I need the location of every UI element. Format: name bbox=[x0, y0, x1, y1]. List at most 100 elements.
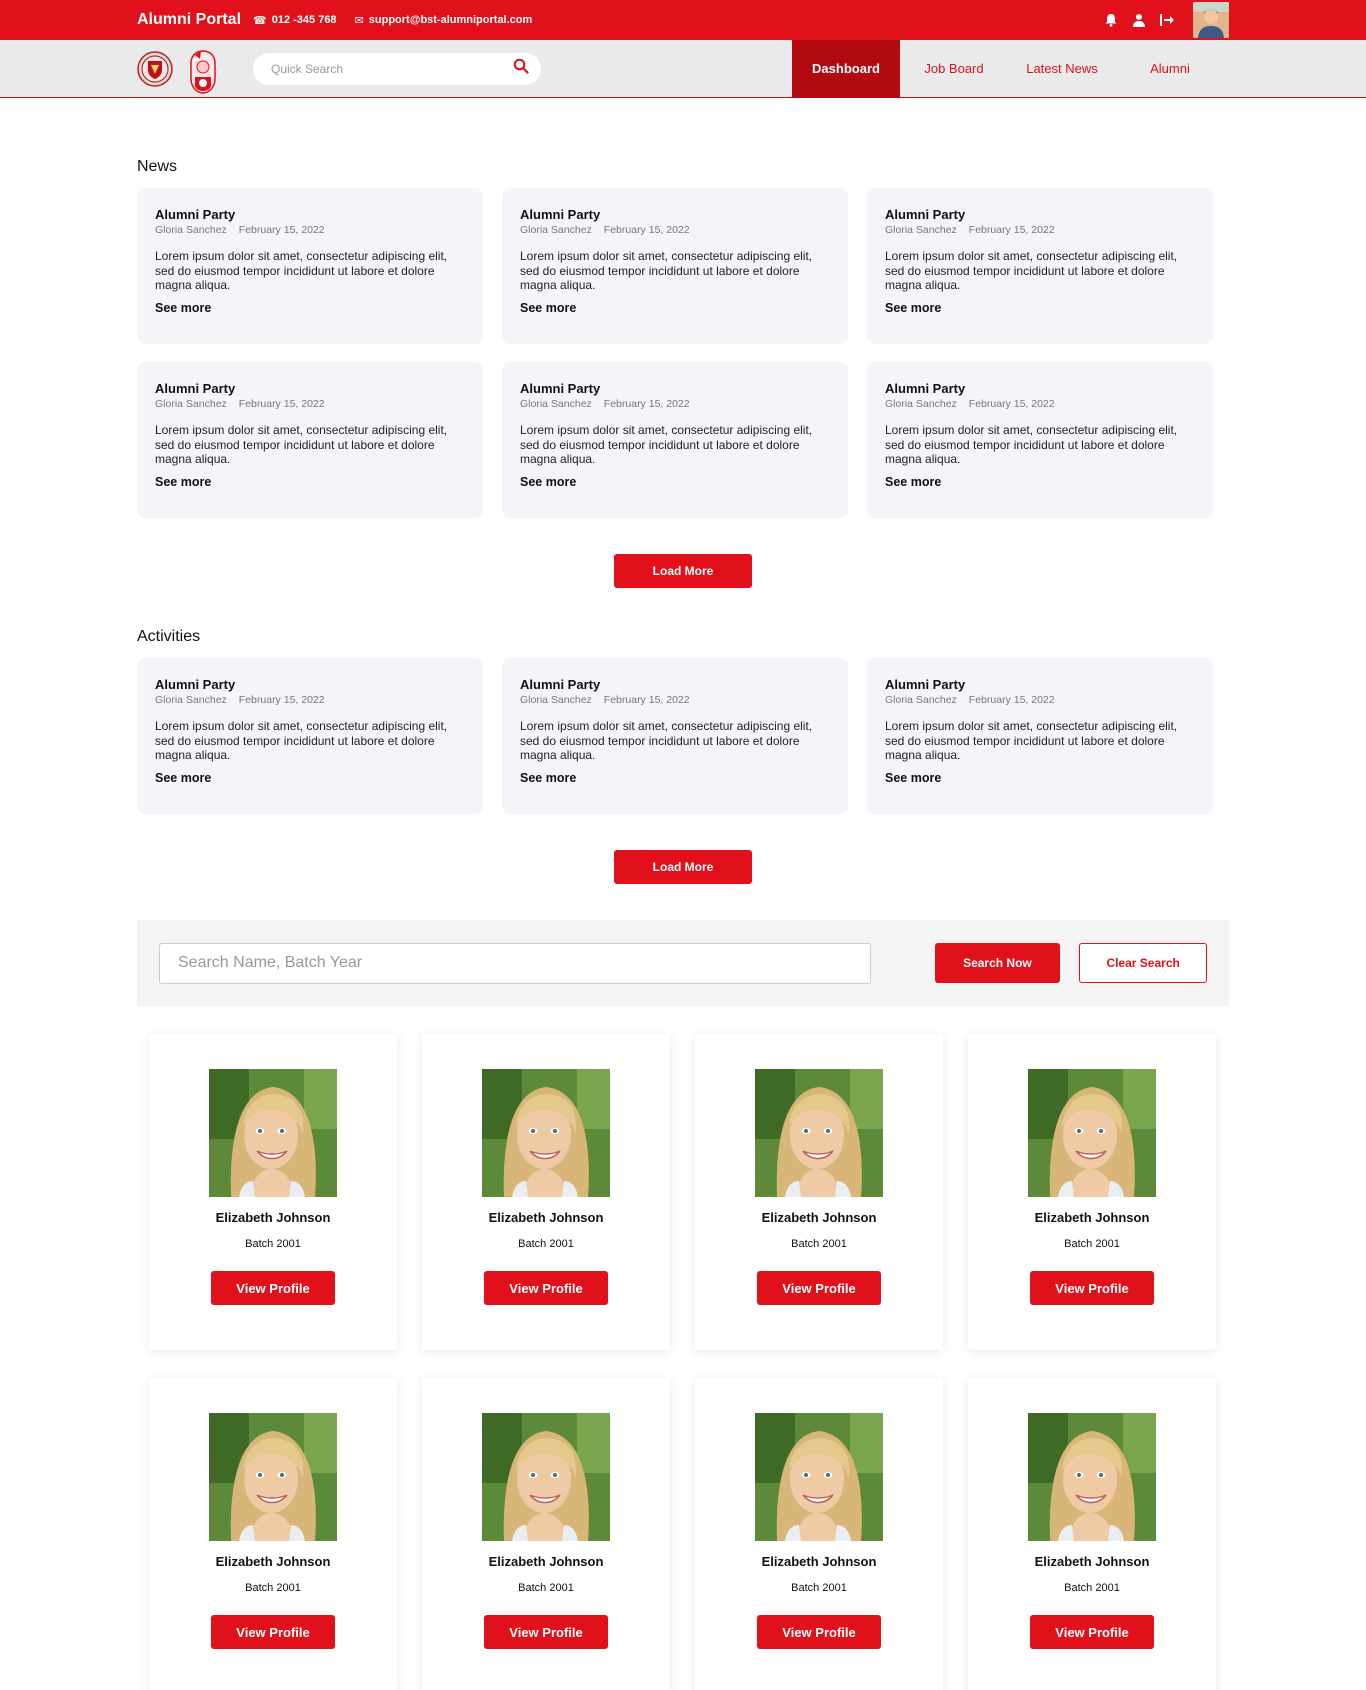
card-title: Alumni Party bbox=[155, 381, 236, 396]
card-author: Gloria Sanchez bbox=[520, 694, 592, 706]
card-meta: Gloria Sanchez February 15, 2022 bbox=[155, 224, 465, 236]
tab-alumni[interactable]: Alumni bbox=[1116, 40, 1224, 98]
alumni-photo bbox=[482, 1069, 610, 1197]
email-address[interactable]: support@bst-alumniportal.com bbox=[369, 14, 533, 26]
card-date: February 15, 2022 bbox=[238, 224, 325, 236]
card-author: Gloria Sanchez bbox=[155, 398, 227, 410]
alumni-batch: Batch 2001 bbox=[791, 1582, 847, 1594]
alumni-photo bbox=[755, 1413, 883, 1541]
card-meta: Gloria Sanchez February 15, 2022 bbox=[885, 224, 1195, 236]
bell-icon[interactable] bbox=[1103, 12, 1119, 28]
alumni-batch: Batch 2001 bbox=[791, 1238, 847, 1250]
see-more-link[interactable]: See more bbox=[885, 475, 941, 489]
card-body: Lorem ipsum dolor sit amet, consectetur … bbox=[520, 719, 813, 762]
view-profile-button[interactable]: View Profile bbox=[1030, 1615, 1154, 1649]
card-title: Alumni Party bbox=[520, 207, 601, 222]
card-date: February 15, 2022 bbox=[238, 398, 325, 410]
alumni-search-panel: Search Now Clear Search bbox=[137, 920, 1229, 1006]
logout-icon[interactable] bbox=[1159, 12, 1175, 28]
tab-job-board[interactable]: Job Board bbox=[900, 40, 1008, 98]
see-more-link[interactable]: See more bbox=[885, 301, 941, 315]
alumni-photo bbox=[1028, 1069, 1156, 1197]
view-profile-button[interactable]: View Profile bbox=[484, 1271, 608, 1305]
news-grid: Alumni Party Gloria Sanchez February 15, … bbox=[137, 188, 1229, 518]
alumni-card: Elizabeth Johnson Batch 2001 View Profil… bbox=[695, 1378, 943, 1690]
card-meta: Gloria Sanchez February 15, 2022 bbox=[520, 224, 830, 236]
card-title: Alumni Party bbox=[885, 207, 966, 222]
activity-card: Alumni Party Gloria Sanchez February 15, … bbox=[502, 658, 848, 814]
view-profile-button[interactable]: View Profile bbox=[484, 1615, 608, 1649]
see-more-link[interactable]: See more bbox=[520, 771, 576, 785]
quick-search-box[interactable] bbox=[253, 52, 541, 85]
clear-search-button[interactable]: Clear Search bbox=[1079, 943, 1208, 983]
activities-load-more-button[interactable]: Load More bbox=[614, 850, 752, 884]
card-meta: Gloria Sanchez February 15, 2022 bbox=[155, 398, 465, 410]
alumni-name: Elizabeth Johnson bbox=[488, 1210, 604, 1225]
alumni-card: Elizabeth Johnson Batch 2001 View Profil… bbox=[422, 1034, 670, 1350]
news-card: Alumni Party Gloria Sanchez February 15, … bbox=[502, 362, 848, 518]
mascot-logo[interactable] bbox=[185, 49, 221, 94]
card-title: Alumni Party bbox=[885, 381, 966, 396]
card-body: Lorem ipsum dolor sit amet, consectetur … bbox=[520, 249, 813, 292]
search-now-button[interactable]: Search Now bbox=[934, 943, 1061, 983]
search-icon[interactable] bbox=[513, 58, 529, 79]
news-card: Alumni Party Gloria Sanchez February 15, … bbox=[867, 362, 1213, 518]
news-section: News Alumni Party Gloria Sanchez February… bbox=[137, 98, 1229, 588]
card-author: Gloria Sanchez bbox=[155, 694, 227, 706]
card-body: Lorem ipsum dolor sit amet, consectetur … bbox=[155, 719, 448, 762]
news-card: Alumni Party Gloria Sanchez February 15, … bbox=[137, 188, 483, 344]
main-navbar: Dashboard Job Board Latest News Alumni bbox=[0, 39, 1366, 98]
card-date: February 15, 2022 bbox=[603, 398, 690, 410]
news-load-more-button[interactable]: Load More bbox=[614, 554, 752, 588]
card-meta: Gloria Sanchez February 15, 2022 bbox=[520, 694, 830, 706]
alumni-search-input[interactable] bbox=[178, 954, 852, 972]
alumni-name: Elizabeth Johnson bbox=[215, 1210, 331, 1225]
activities-load-more-row: Load More bbox=[137, 850, 1229, 884]
see-more-link[interactable]: See more bbox=[885, 771, 941, 785]
alumni-card: Elizabeth Johnson Batch 2001 View Profil… bbox=[149, 1378, 397, 1690]
view-profile-button[interactable]: View Profile bbox=[1030, 1271, 1154, 1305]
alumni-batch: Batch 2001 bbox=[245, 1238, 301, 1250]
view-profile-button[interactable]: View Profile bbox=[211, 1271, 335, 1305]
quick-search-input[interactable] bbox=[271, 61, 513, 76]
phone-number: 012 -345 768 bbox=[271, 14, 337, 26]
alumni-photo bbox=[209, 1413, 337, 1541]
alumni-photo bbox=[482, 1413, 610, 1541]
news-card: Alumni Party Gloria Sanchez February 15, … bbox=[502, 188, 848, 344]
email-contact[interactable]: ✉ support@bst-alumniportal.com bbox=[355, 14, 533, 27]
card-body: Lorem ipsum dolor sit amet, consectetur … bbox=[155, 249, 448, 292]
view-profile-button[interactable]: View Profile bbox=[757, 1615, 881, 1649]
card-body: Lorem ipsum dolor sit amet, consectetur … bbox=[885, 423, 1178, 466]
top-bar: Alumni Portal ☎ 012 -345 768 ✉ support@b… bbox=[0, 0, 1366, 40]
view-profile-button[interactable]: View Profile bbox=[211, 1615, 335, 1649]
user-icon[interactable] bbox=[1131, 12, 1147, 28]
news-heading: News bbox=[137, 158, 178, 175]
user-avatar[interactable] bbox=[1193, 2, 1229, 38]
see-more-link[interactable]: See more bbox=[155, 771, 211, 785]
see-more-link[interactable]: See more bbox=[155, 301, 211, 315]
alumni-card: Elizabeth Johnson Batch 2001 View Profil… bbox=[149, 1034, 397, 1350]
tab-latest-news[interactable]: Latest News bbox=[1008, 40, 1116, 98]
card-body: Lorem ipsum dolor sit amet, consectetur … bbox=[885, 249, 1178, 292]
card-author: Gloria Sanchez bbox=[520, 224, 592, 236]
view-profile-button[interactable]: View Profile bbox=[757, 1271, 881, 1305]
see-more-link[interactable]: See more bbox=[520, 301, 576, 315]
card-author: Gloria Sanchez bbox=[885, 398, 957, 410]
card-date: February 15, 2022 bbox=[968, 694, 1055, 706]
card-date: February 15, 2022 bbox=[968, 398, 1055, 410]
activity-card: Alumni Party Gloria Sanchez February 15, … bbox=[137, 658, 483, 814]
alumni-search-field[interactable] bbox=[159, 942, 871, 984]
tab-dashboard[interactable]: Dashboard bbox=[792, 39, 900, 98]
alumni-batch: Batch 2001 bbox=[1064, 1238, 1120, 1250]
see-more-link[interactable]: See more bbox=[155, 475, 211, 489]
alumni-name: Elizabeth Johnson bbox=[215, 1554, 331, 1569]
card-author: Gloria Sanchez bbox=[520, 398, 592, 410]
card-author: Gloria Sanchez bbox=[885, 694, 957, 706]
see-more-link[interactable]: See more bbox=[520, 475, 576, 489]
activities-section: Activities Alumni Party Gloria Sanchez Fe… bbox=[137, 628, 1229, 884]
activities-grid: Alumni Party Gloria Sanchez February 15, … bbox=[137, 658, 1229, 814]
school-crest-logo[interactable] bbox=[137, 49, 173, 89]
main-content: News Alumni Party Gloria Sanchez February… bbox=[137, 98, 1229, 1690]
alumni-name: Elizabeth Johnson bbox=[761, 1210, 877, 1225]
card-title: Alumni Party bbox=[155, 677, 236, 692]
